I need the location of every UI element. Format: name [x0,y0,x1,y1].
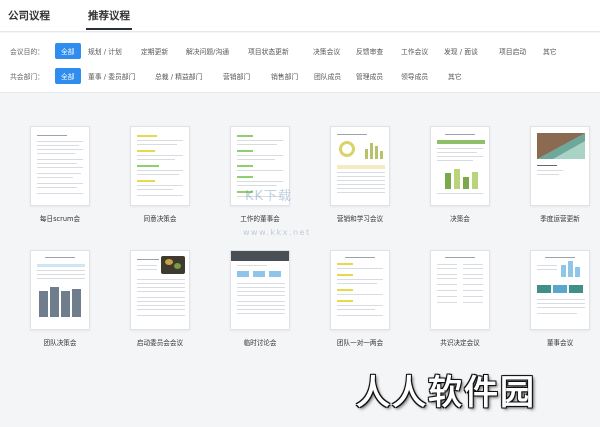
template-title: 决策会 [450,215,470,223]
purpose-option-status[interactable]: 项目状态更新 [248,46,289,56]
template-thumbnail [130,250,190,330]
template-title: 工作的董事会 [240,215,280,223]
template-thumbnail [30,250,90,330]
tab-recommended-agenda[interactable]: 推荐议程 [86,8,132,30]
purpose-option-interview[interactable]: 发现 / 面谈 [444,46,478,56]
template-thumbnail [230,250,290,330]
template-title: 董事会议 [546,339,574,347]
template-title: 同意决策会 [143,215,177,223]
department-option-other[interactable]: 其它 [448,71,462,81]
department-option-management[interactable]: 管理成员 [356,71,383,81]
department-option-president[interactable]: 总裁 / 精益部门 [155,71,202,81]
purpose-option-decision[interactable]: 决策会议 [313,46,340,56]
template-title: 团队决策会 [43,339,77,347]
top-tab-bar: 公司议程 推荐议程 [0,0,600,32]
tab-company-agenda[interactable]: 公司议程 [8,8,50,23]
template-title: 季度运营更新 [540,215,580,223]
department-option-team[interactable]: 团队成员 [314,71,341,81]
purpose-option-work[interactable]: 工作会议 [401,46,428,56]
purpose-option-solve[interactable]: 解决问题/沟通 [186,46,229,56]
purpose-option-other[interactable]: 其它 [543,46,557,56]
template-title: 每日scrum会 [39,215,81,223]
template-title: 营销和学习会议 [336,215,384,223]
purpose-option-all[interactable]: 全部 [55,43,81,59]
purpose-filter-row: 会议目的： 全部 规划 / 计划 定期更新 解决问题/沟通 项目状态更新 决策会… [0,41,600,61]
template-thumbnail [130,126,190,206]
watermark-text: KK下载 [245,189,293,204]
filter-panel: 会议目的： 全部 规划 / 计划 定期更新 解决问题/沟通 项目状态更新 决策会… [0,33,600,93]
purpose-filter-label: 会议目的： [10,48,44,56]
department-option-all[interactable]: 全部 [55,68,81,84]
purpose-option-update[interactable]: 定期更新 [141,46,168,56]
template-title: 启动委员会会议 [136,339,184,347]
watermark-url: www.kkx.net [243,228,311,237]
department-option-leadership[interactable]: 领导成员 [401,71,428,81]
template-thumbnail [330,250,390,330]
template-thumbnail [430,126,490,206]
department-option-sales[interactable]: 销售部门 [271,71,298,81]
template-title: 临时讨论会 [243,339,277,347]
template-title: 共识决定会议 [440,339,480,347]
template-grid: 每日scrum会 同意决策会 工作的董事会 营销和学习会议 决策会 季度运营更新… [0,94,600,386]
department-option-board[interactable]: 董事 / 委员部门 [88,71,135,81]
template-thumbnail [530,126,590,206]
purpose-option-feedback[interactable]: 反馈审查 [356,46,383,56]
department-filter-row: 共会部门： 全部 董事 / 委员部门 总裁 / 精益部门 营销部门 销售部门 团… [0,66,600,86]
purpose-option-kickoff[interactable]: 项目启动 [499,46,526,56]
template-thumbnail [30,126,90,206]
department-filter-label: 共会部门： [10,73,44,81]
brand-watermark: 人人软件园 [356,373,536,413]
template-thumbnail [330,126,390,206]
department-option-marketing[interactable]: 营销部门 [223,71,250,81]
template-thumbnail [530,250,590,330]
template-thumbnail [430,250,490,330]
purpose-option-plan[interactable]: 规划 / 计划 [88,46,122,56]
template-title: 团队一对一两会 [336,339,384,347]
